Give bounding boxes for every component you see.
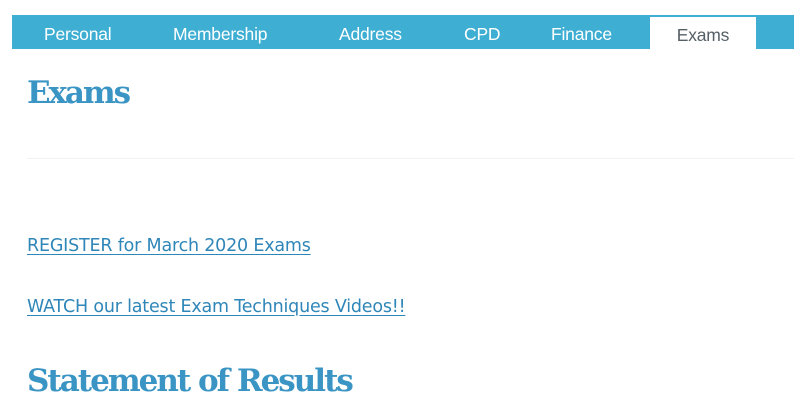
tab-cpd[interactable]: CPD — [464, 15, 501, 49]
page-title: Exams — [27, 75, 131, 111]
tab-personal[interactable]: Personal — [44, 15, 112, 49]
tab-membership[interactable]: Membership — [173, 15, 267, 49]
statement-of-results-heading: Statement of Results — [27, 363, 354, 399]
tab-bar: Personal Membership Address CPD Finance … — [12, 15, 794, 49]
tab-address[interactable]: Address — [339, 15, 402, 49]
watch-videos-link[interactable]: WATCH our latest Exam Techniques Videos!… — [27, 297, 406, 317]
tab-finance[interactable]: Finance — [551, 15, 612, 49]
tab-exams[interactable]: Exams — [650, 17, 756, 49]
divider — [27, 158, 794, 159]
register-exams-link[interactable]: REGISTER for March 2020 Exams — [27, 236, 311, 256]
